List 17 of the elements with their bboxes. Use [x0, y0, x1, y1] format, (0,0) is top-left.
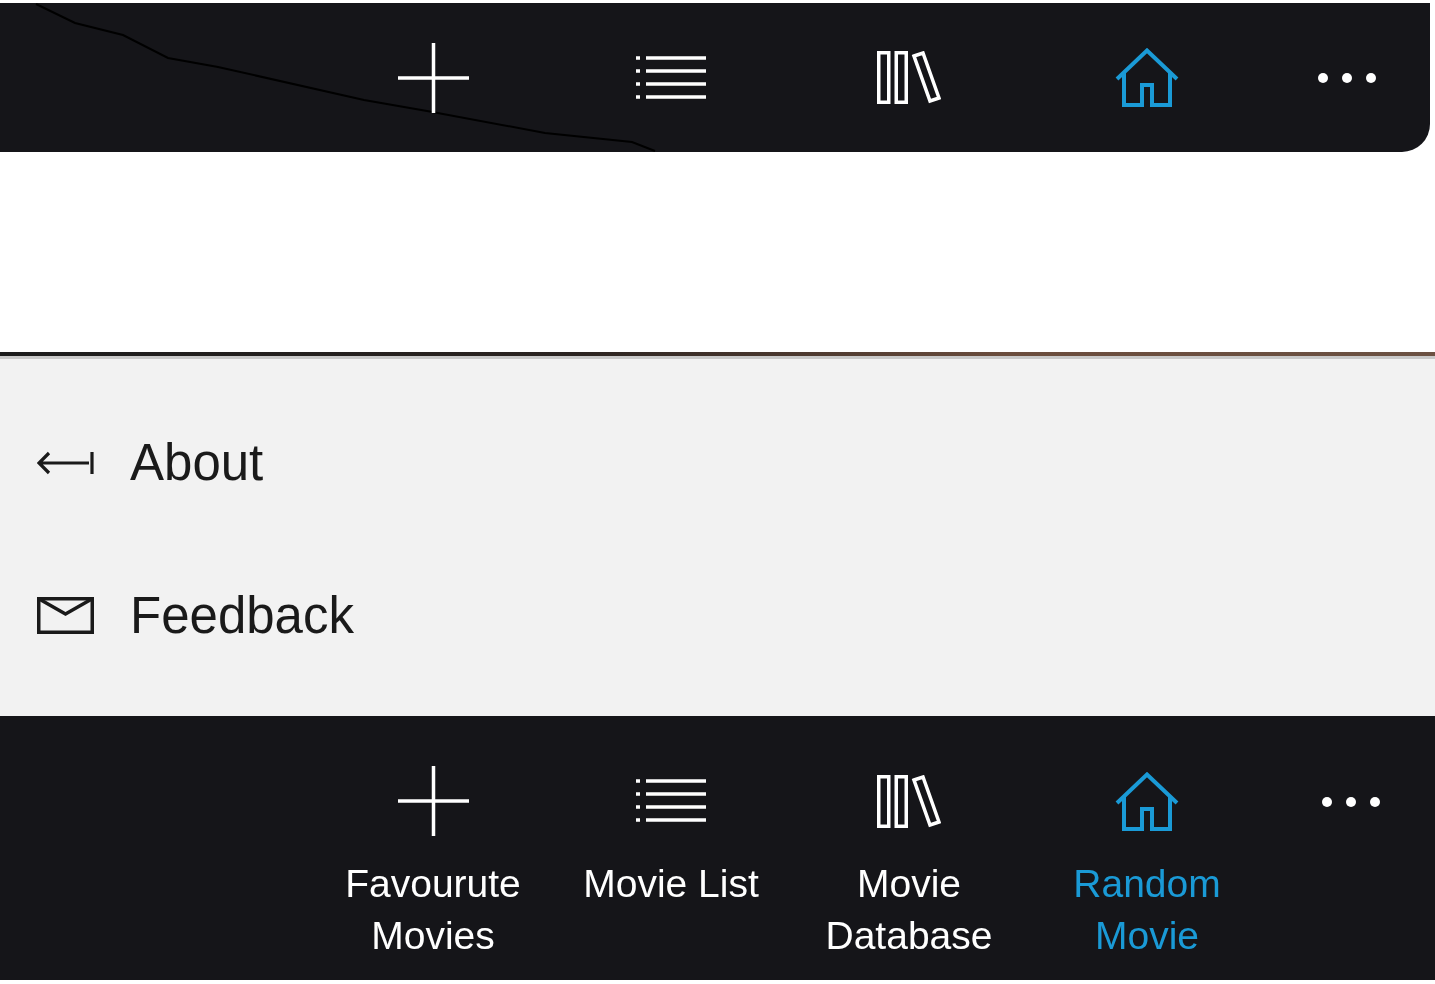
app-bar-button[interactable]: Movie Database [790, 716, 1028, 966]
more-icon [1318, 72, 1376, 83]
home-icon [1115, 48, 1179, 107]
books-icon [877, 774, 941, 828]
menu-item[interactable]: About [0, 386, 1435, 539]
app-bar-button[interactable]: Movie List [552, 716, 790, 966]
books-icon [877, 51, 941, 104]
list-icon [636, 779, 706, 823]
list-icon [636, 55, 706, 100]
add-icon [397, 766, 469, 836]
home-icon [1115, 771, 1179, 831]
more-icon [1321, 797, 1380, 807]
menu-item[interactable]: Feedback [0, 539, 1435, 692]
app-bar-button[interactable]: Favourute Movies [314, 716, 552, 966]
add-icon [397, 42, 469, 113]
app-bar-button[interactable]: Random Movie [1028, 716, 1266, 966]
envelope-icon [37, 597, 94, 634]
